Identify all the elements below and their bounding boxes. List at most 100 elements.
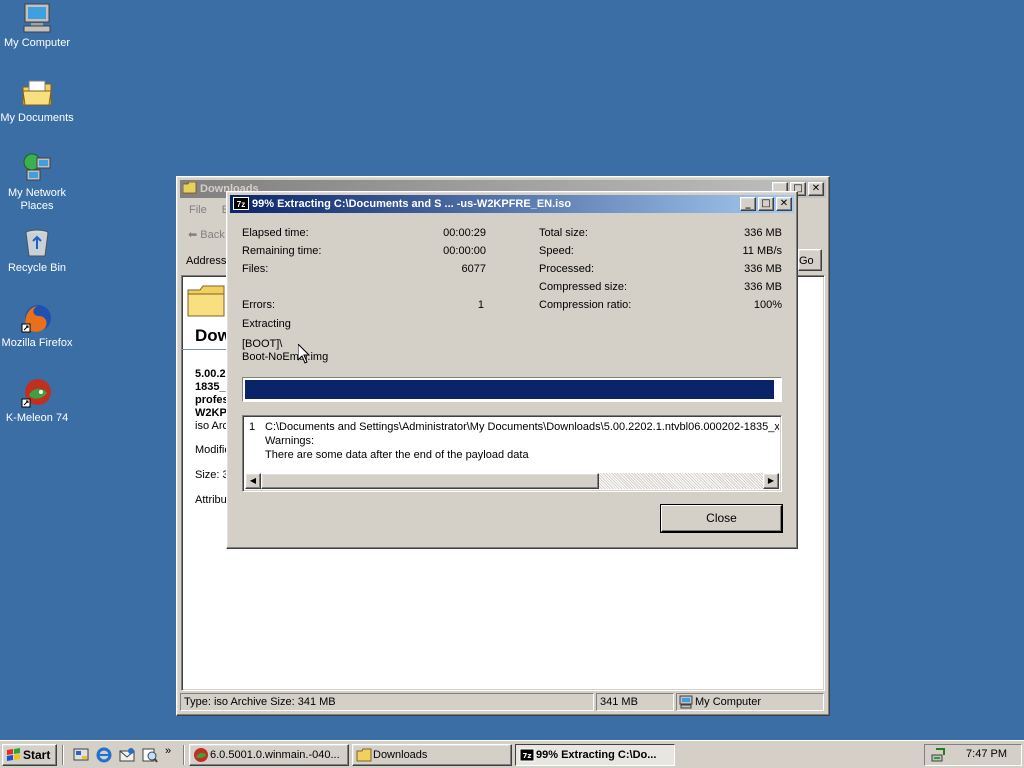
- show-desktop-icon[interactable]: [73, 747, 89, 763]
- 7zip-icon: 7z: [233, 197, 249, 210]
- mouse-cursor-icon: [297, 342, 311, 364]
- task-label: Downloads: [373, 749, 428, 761]
- status-zone-label: My Computer: [695, 696, 762, 708]
- compressed-size-value: 336 MB: [744, 281, 782, 293]
- log-message: There are some data after the end of the…: [265, 449, 529, 461]
- close-dialog-button[interactable]: Close: [661, 505, 782, 532]
- status-size: 341 MB: [596, 693, 674, 711]
- desktop-icon-label: Recycle Bin: [7, 262, 67, 274]
- desktop-icon-k-meleon[interactable]: K-Meleon 74: [0, 377, 74, 425]
- log-index: 1: [249, 421, 256, 433]
- taskbar: Start » 6.0.5001.0.winmain.-040... Downl…: [0, 740, 1024, 768]
- close-button[interactable]: ✕: [776, 197, 792, 211]
- operation-label: Extracting: [242, 318, 291, 330]
- desktop-icon-firefox[interactable]: Mozilla Firefox: [0, 302, 74, 350]
- minimize-button[interactable]: _: [740, 197, 756, 211]
- desktop-icon-my-documents[interactable]: My Documents: [0, 77, 74, 125]
- address-label: Address: [186, 255, 227, 267]
- horizontal-scrollbar[interactable]: ◀ ▶: [245, 473, 779, 489]
- current-path: [BOOT]\: [242, 338, 283, 350]
- processed-value: 336 MB: [744, 263, 782, 275]
- close-dialog-label: Close: [706, 511, 737, 525]
- recycle-bin-icon: [21, 227, 53, 259]
- scroll-right-icon[interactable]: ▶: [763, 473, 779, 489]
- scrollbar-thumb[interactable]: [261, 473, 599, 489]
- task-label: 99% Extracting C:\Do...: [536, 749, 657, 761]
- total-size-value: 336 MB: [744, 227, 782, 239]
- explorer-status-bar: Type: iso Archive Size: 341 MB 341 MB My…: [180, 692, 826, 712]
- elapsed-time-value: 00:00:29: [443, 227, 486, 239]
- clock[interactable]: 7:47 PM: [966, 748, 1007, 760]
- windows-logo-icon: [6, 748, 21, 768]
- menu-file[interactable]: File: [189, 204, 207, 216]
- network-status-icon[interactable]: [931, 747, 947, 766]
- scroll-left-icon[interactable]: ◀: [245, 473, 261, 489]
- file-type: iso Arc: [195, 420, 229, 432]
- chevron-right-icon[interactable]: »: [165, 745, 171, 757]
- folder-icon: [184, 276, 228, 320]
- log-path: C:\Documents and Settings\Administrator\…: [265, 421, 779, 433]
- progress-fill: [245, 380, 774, 399]
- file-name-line: W2KP: [195, 407, 227, 419]
- desktop-icon-my-computer[interactable]: My Computer: [0, 2, 74, 50]
- start-button[interactable]: Start: [2, 744, 57, 766]
- compression-ratio-label: Compression ratio:: [539, 299, 632, 311]
- compression-ratio-value: 100%: [753, 299, 782, 311]
- file-name-line: profes: [195, 394, 229, 406]
- divider: [62, 745, 64, 765]
- desktop-icon-recycle-bin[interactable]: Recycle Bin: [0, 227, 74, 275]
- file-name-line: 1835_: [195, 381, 226, 393]
- desktop-icon-network-places[interactable]: My Network Places: [0, 152, 74, 213]
- errors-label: Errors:: [242, 299, 275, 311]
- desktop-icon-label: Mozilla Firefox: [1, 337, 73, 349]
- task-label: 6.0.5001.0.winmain.-040...: [210, 749, 340, 761]
- divider: [182, 349, 228, 350]
- internet-explorer-icon[interactable]: [96, 747, 112, 763]
- remaining-time-label: Remaining time:: [242, 245, 322, 257]
- errors-value: 1: [477, 299, 484, 311]
- total-size-label: Total size:: [539, 227, 588, 239]
- my-computer-icon: [21, 2, 53, 34]
- compressed-size-label: Compressed size:: [539, 281, 628, 293]
- my-documents-icon: [21, 77, 53, 109]
- elapsed-time-label: Elapsed time:: [242, 227, 309, 239]
- system-tray: 7:47 PM: [924, 744, 1022, 766]
- file-size: Size: 3: [195, 469, 229, 481]
- current-file: Boot-NoEmul.img: [242, 351, 329, 363]
- file-name-line: 5.00.2: [195, 368, 226, 380]
- extract-progress-bar: [242, 377, 782, 402]
- log-warnings-label: Warnings:: [265, 435, 315, 447]
- start-label: Start: [23, 748, 51, 762]
- files-value: 6077: [461, 263, 486, 275]
- back-button[interactable]: Back: [200, 229, 224, 241]
- divider: [183, 745, 185, 765]
- message-log[interactable]: 1 C:\Documents and Settings\Administrato…: [242, 415, 782, 492]
- desktop-icon-label: K-Meleon 74: [5, 412, 69, 424]
- message-log-viewport: 1 C:\Documents and Settings\Administrato…: [245, 418, 779, 473]
- maximize-button[interactable]: □: [758, 197, 774, 211]
- task-button-downloads[interactable]: Downloads: [352, 744, 512, 766]
- go-button[interactable]: Go: [798, 249, 822, 271]
- status-type-size: Type: iso Archive Size: 341 MB: [180, 693, 594, 711]
- network-places-icon: [21, 152, 53, 184]
- search-icon[interactable]: [142, 747, 158, 763]
- svg-text:7z: 7z: [523, 752, 532, 760]
- outlook-express-icon[interactable]: [119, 747, 135, 763]
- desktop-icon-label: My Network Places: [7, 187, 67, 212]
- speed-label: Speed:: [539, 245, 574, 257]
- close-button[interactable]: ✕: [808, 182, 824, 196]
- desktop: My Computer My Documents My Network Plac…: [0, 0, 1024, 740]
- processed-label: Processed:: [539, 263, 595, 275]
- task-button-extracting[interactable]: 7z 99% Extracting C:\Do...: [515, 744, 675, 766]
- dialog-title-bar[interactable]: 7z 99% Extracting C:\Documents and S ...…: [230, 195, 794, 213]
- my-computer-icon: [679, 695, 693, 710]
- file-attributes: Attribu: [195, 494, 227, 506]
- task-button-browser[interactable]: 6.0.5001.0.winmain.-040...: [189, 744, 349, 766]
- 7zip-icon: 7z: [519, 747, 535, 763]
- desktop-icon-label: My Documents: [0, 112, 74, 124]
- folder-icon: [182, 181, 197, 194]
- remaining-time-value: 00:00:00: [443, 245, 486, 257]
- dialog-title: 99% Extracting C:\Documents and S ... -u…: [252, 198, 572, 210]
- back-icon: ⬅: [188, 229, 198, 241]
- browser-icon: [193, 747, 209, 763]
